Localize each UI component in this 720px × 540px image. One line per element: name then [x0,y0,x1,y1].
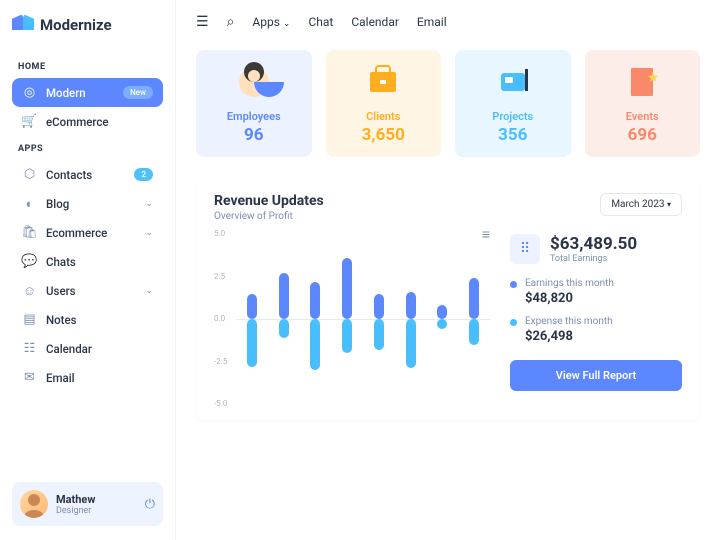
sidebar-label: Modern [46,86,86,100]
chevron-down-icon: ⌄ [145,286,153,296]
mailbox-icon [495,64,531,100]
blog-icon: ◐ [22,196,37,211]
revenue-chart: ≡ 5.02.50.0-2.5-5.0 [214,234,490,404]
card-projects[interactable]: Projects 356 [455,50,571,157]
card-value: 356 [463,125,563,145]
avatar [20,490,48,518]
sidebar-item-ecommerce[interactable]: 🛒 eCommerce [12,107,163,136]
sidebar-label: Users [46,284,76,298]
new-badge: New [123,86,153,99]
sidebar-item-email[interactable]: ✉ Email [12,363,163,392]
sidebar-label: Email [46,371,75,385]
expense-value: $26,498 [525,329,613,344]
sidebar-label: Calendar [46,342,92,356]
notes-icon: ▤ [22,312,37,327]
sidebar-item-contacts[interactable]: ⬡ Contacts 2 [12,160,163,189]
revenue-panel: Revenue Updates Overview of Profit March… [196,177,700,420]
sidebar-label: Ecommerce [46,226,107,240]
chevron-down-icon: ⌄ [283,19,291,29]
search-icon[interactable]: ⌕ [227,14,235,30]
legend-dot-earnings [510,281,517,288]
card-label: Clients [334,110,434,123]
sidebar-label: Blog [46,197,69,211]
card-label: Events [593,110,693,123]
cart-icon: 🛒 [22,114,37,129]
card-employees[interactable]: Employees 96 [196,50,312,157]
user-card[interactable]: Mathew Designer ⏻ [12,482,163,526]
user-name: Mathew [56,493,95,506]
user-icon: ☺ [22,283,37,298]
briefcase-icon [365,64,401,100]
power-icon[interactable]: ⏻ [145,497,155,512]
sidebar-item-users[interactable]: ☺ Users ⌄ [12,276,163,305]
legend-dot-expense [510,319,517,326]
topbar: ☰ ⌕ Apps ⌄ Chat Calendar Email [196,14,700,30]
bag-icon: 🛍 [22,225,37,240]
section-apps: APPS [18,144,163,154]
sidebar-label: eCommerce [46,115,109,129]
earnings-label: Earnings this month [525,278,614,289]
employee-icon [236,64,272,100]
card-value: 3,650 [334,125,434,145]
nav-chat[interactable]: Chat [308,15,333,29]
chat-icon: 💬 [22,254,37,269]
panel-title: Revenue Updates [214,193,324,209]
view-report-button[interactable]: View Full Report [510,360,682,391]
chevron-down-icon: ⌄ [145,199,153,209]
chevron-down-icon: ▾ [667,200,671,209]
brand[interactable]: Modernize [12,14,163,36]
card-label: Employees [204,110,304,123]
sidebar-item-modern[interactable]: ◎ Modern New [12,78,163,107]
box-icon: ⬡ [22,167,37,182]
card-clients[interactable]: Clients 3,650 [326,50,442,157]
section-home: HOME [18,62,163,72]
count-badge: 2 [134,168,153,181]
mail-icon: ✉ [22,370,37,385]
grid-icon: ⠿ [510,234,540,264]
earnings-value: $48,820 [525,291,614,306]
user-role: Designer [56,506,95,516]
chevron-down-icon: ⌄ [145,228,153,238]
sidebar-item-notes[interactable]: ▤ Notes [12,305,163,334]
card-label: Projects [463,110,563,123]
expense-label: Expense this month [525,316,613,327]
logo-icon [12,14,34,36]
nav-email[interactable]: Email [417,15,447,29]
sidebar-item-blog[interactable]: ◐ Blog ⌄ [12,189,163,218]
sidebar-item-ecommerce2[interactable]: 🛍 Ecommerce ⌄ [12,218,163,247]
sidebar-label: Notes [46,313,77,327]
total-earnings-label: Total Earnings [550,254,637,264]
panel-subtitle: Overview of Profit [214,211,324,222]
period-select[interactable]: March 2023 ▾ [600,193,682,216]
dashboard-icon: ◎ [22,85,37,100]
flag-icon [624,64,660,100]
sidebar-item-calendar[interactable]: ☷ Calendar [12,334,163,363]
calendar-icon: ☷ [22,341,37,356]
card-value: 696 [593,125,693,145]
sidebar-item-chats[interactable]: 💬 Chats [12,247,163,276]
sidebar-label: Contacts [46,168,92,182]
card-value: 96 [204,125,304,145]
brand-name: Modernize [40,16,112,34]
total-earnings-value: $63,489.50 [550,234,637,254]
menu-icon[interactable]: ☰ [196,14,209,30]
sidebar-label: Chats [46,255,76,269]
card-events[interactable]: Events 696 [585,50,701,157]
nav-apps[interactable]: Apps ⌄ [252,15,290,29]
nav-calendar[interactable]: Calendar [351,15,399,29]
